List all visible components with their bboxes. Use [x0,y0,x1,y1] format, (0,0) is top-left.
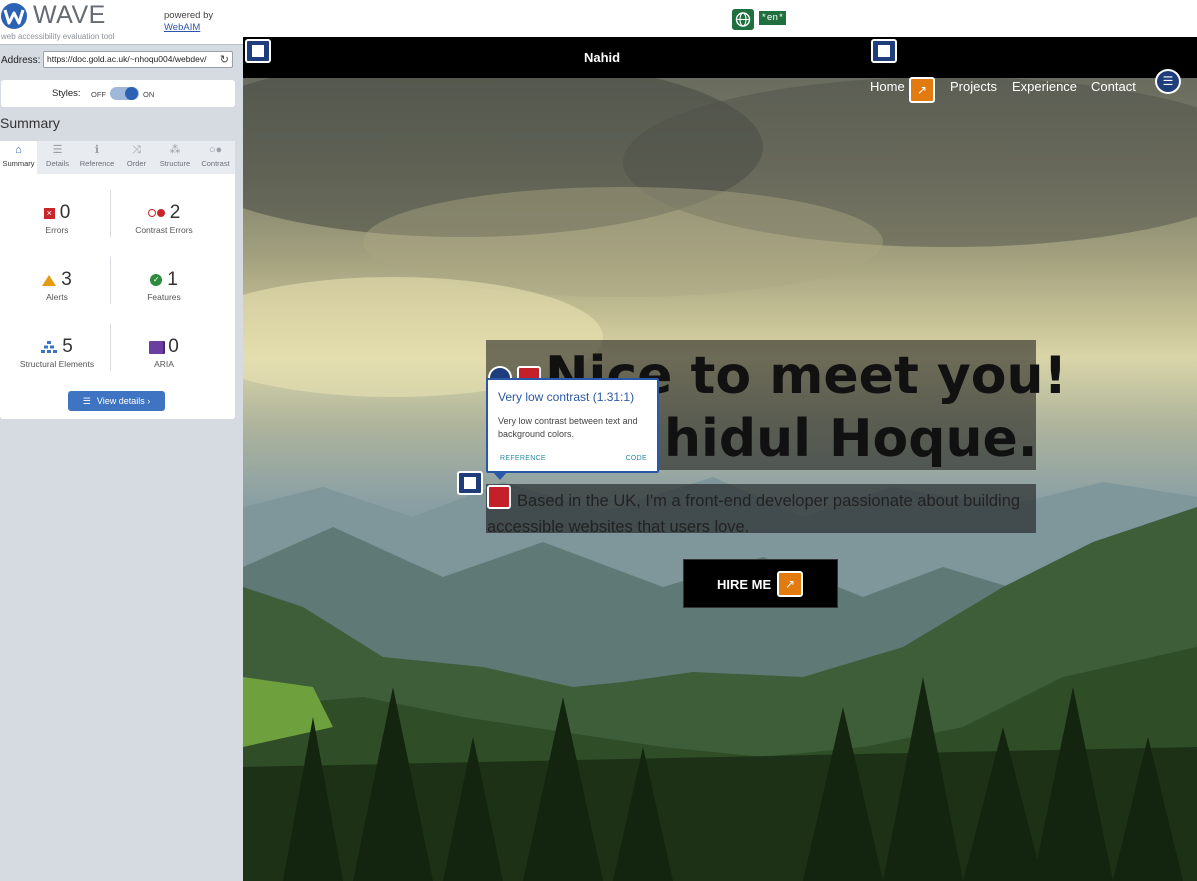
tab-label: Reference [79,159,115,168]
alerts-label: Alerts [46,292,68,302]
wave-header: WAVE web accessibility evaluation tool p… [0,0,243,44]
reload-icon[interactable]: ↻ [220,53,229,66]
tab-reference[interactable]: ℹ Reference [76,141,118,174]
tab-order[interactable]: ⤨ Order [119,141,154,174]
contrast-error-icon[interactable] [487,485,511,509]
header-region-icon[interactable] [245,39,271,63]
wave-logo-icon [1,3,27,29]
redundant-link-alert-icon[interactable]: ↗ [777,571,803,597]
nav-experience[interactable]: Experience [1012,79,1077,94]
alerts-count: 3 [61,269,72,290]
site-navbar: Nahid [243,37,1197,78]
errors-label: Errors [45,225,69,235]
features-label: Features [147,292,181,302]
order-icon: ⤨ [132,144,141,156]
toggle-knob [125,87,138,100]
list-icon: ☰ [52,144,63,156]
alert-icon [42,274,57,286]
tab-contrast[interactable]: ○● Contrast [196,141,235,174]
nav-projects[interactable]: Projects [950,79,997,94]
aria-icon [149,340,164,354]
styles-toggle-card: Styles: OFF ON [1,80,235,107]
contrast-errors-count: 2 [169,202,181,223]
language-badge: *en* [759,11,786,25]
tooltip-title: Very low contrast (1.31:1) [498,390,635,404]
language-globe-icon [732,9,754,30]
summary-panel: × 0 Errors 2 Contrast Errors 3 Alerts ✓ 1 … [0,174,235,419]
wave-sidebar: WAVE web accessibility evaluation tool p… [0,0,243,881]
info-icon: ℹ [94,144,100,156]
errors-count: 0 [59,202,71,223]
tooltip-reference-link[interactable]: REFERENCE [500,455,546,462]
feature-check-icon: ✓ [150,274,163,286]
tab-label: Structure [159,159,191,168]
nav-region-icon[interactable] [871,39,897,63]
panel-tabs: ⌂ Summary ☰ Details ℹ Reference ⤨ Order … [0,141,235,174]
tooltip-code-link[interactable]: CODE [626,455,647,462]
tab-label: Details [46,159,69,168]
tooltip-body: Very low contrast between text and backg… [498,416,638,439]
address-input[interactable] [47,54,217,64]
styles-toggle[interactable] [110,87,139,100]
tooltip-arrow [492,471,508,480]
evaluated-page: *en* Nahid Home Projects Experience Cont… [243,0,1197,881]
hero-description: Based in the UK, I'm a front-end develop… [487,492,1021,536]
wave-logo-text: WAVE [33,1,106,29]
features-stat[interactable]: ✓ 1 Features [109,269,219,302]
home-icon: ⌂ [15,144,22,156]
page-top-strip: *en* [243,0,1197,37]
tab-details[interactable]: ☰ Details [39,141,76,174]
structure-icon [41,341,58,353]
view-details-button[interactable]: ☰ View details › [68,391,165,411]
structural-count: 5 [62,336,73,357]
aria-count: 0 [168,336,179,357]
unordered-list-icon[interactable]: ☰ [1155,69,1181,94]
styles-on-label: ON [143,90,155,99]
tab-label: Order [126,159,147,168]
tab-label: Contrast [201,159,230,168]
error-icon: × [43,207,55,219]
structural-stat[interactable]: 5 Structural Elements [2,336,112,369]
structural-label: Structural Elements [19,359,95,369]
main-region-icon[interactable] [457,471,483,495]
wave-tagline: web accessibility evaluation tool [1,32,115,41]
styles-label: Styles: [52,88,81,99]
redundant-link-alert-icon[interactable]: ↗ [909,77,935,103]
summary-title: Summary [0,115,60,131]
address-box: ↻ [43,51,233,68]
features-count: 1 [167,269,178,290]
list-icon: ☰ [82,395,91,406]
powered-by-text: powered by [164,10,214,21]
alerts-stat[interactable]: 3 Alerts [2,269,112,302]
contrast-error-icon [147,209,165,217]
tab-structure[interactable]: ⁂ Structure [155,141,195,174]
nav-contact[interactable]: Contact [1091,79,1136,94]
hero-section: Nahid Home Projects Experience Contact N… [243,37,1197,881]
pine-forest [283,677,1183,881]
tab-summary[interactable]: ⌂ Summary [0,141,37,174]
hire-me-button[interactable]: HIRE ME [683,559,838,608]
site-brand[interactable]: Nahid [584,50,620,65]
contrast-icon: ○● [208,144,223,156]
errors-stat[interactable]: × 0 Errors [2,202,112,235]
webaim-link[interactable]: WebAIM [164,22,200,33]
styles-off-label: OFF [91,90,106,99]
structure-icon: ⁂ [169,144,181,156]
contrast-errors-stat[interactable]: 2 Contrast Errors [109,202,219,235]
contrast-errors-label: Contrast Errors [135,225,193,235]
address-label: Address: [1,55,41,66]
hero-heading-line2: hidul Hoque. [664,409,1038,469]
view-details-label: View details › [96,396,151,406]
tab-label: Summary [2,159,35,168]
aria-label: ARIA [154,359,174,369]
nav-home[interactable]: Home [870,79,905,94]
header-divider [0,44,243,45]
contrast-tooltip: Very low contrast (1.31:1) Very low cont… [486,378,659,473]
aria-stat[interactable]: 0 ARIA [109,336,219,369]
